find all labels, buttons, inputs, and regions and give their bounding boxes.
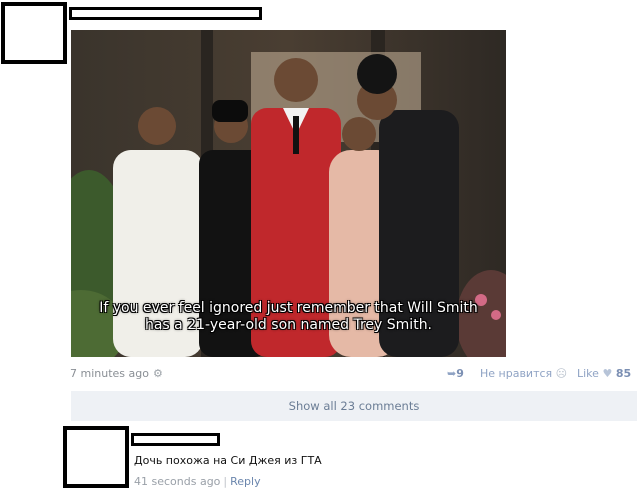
photo-caption-line-1: If you ever feel ignored just remember t… xyxy=(99,300,478,316)
post-time-row: 7 minutes ago ⚙ xyxy=(70,367,163,380)
like-label: Like xyxy=(577,367,599,380)
comment-text: Дочь похожа на Си Джея из ГТА xyxy=(134,454,322,467)
like-button[interactable]: Like ♥ 85 xyxy=(577,367,631,380)
photo-caption: If you ever feel ignored just remember t… xyxy=(71,300,506,334)
comment-separator: | xyxy=(223,475,228,488)
like-count: 85 xyxy=(615,367,632,380)
comment-time[interactable]: 41 seconds ago xyxy=(134,475,220,488)
reshare-icon: ➥ xyxy=(447,367,457,380)
dislike-icon: ☹ xyxy=(555,367,568,380)
comment-author-avatar[interactable] xyxy=(63,426,129,488)
post-time[interactable]: 7 minutes ago xyxy=(70,367,149,380)
photo-caption-line-2: has a 21-year-old son named Trey Smith. xyxy=(144,317,433,333)
comment-author-name[interactable] xyxy=(131,433,220,446)
dislike-label: Не нравится xyxy=(480,367,553,380)
gear-icon[interactable]: ⚙ xyxy=(153,367,163,380)
post-photo[interactable]: If you ever feel ignored just remember t… xyxy=(71,30,506,357)
reshare-count: 9 xyxy=(456,367,464,380)
reshare-stat[interactable]: ➥9 xyxy=(447,367,464,380)
post-author-name[interactable] xyxy=(69,7,262,20)
comment-meta: 41 seconds ago | Reply xyxy=(134,475,261,488)
show-all-comments-button[interactable]: Show all 23 comments xyxy=(71,391,637,421)
reply-link[interactable]: Reply xyxy=(230,475,260,488)
post-author-avatar[interactable] xyxy=(1,2,67,64)
heart-icon: ♥ xyxy=(602,367,613,380)
dislike-button[interactable]: Не нравится ☹ xyxy=(480,367,567,380)
